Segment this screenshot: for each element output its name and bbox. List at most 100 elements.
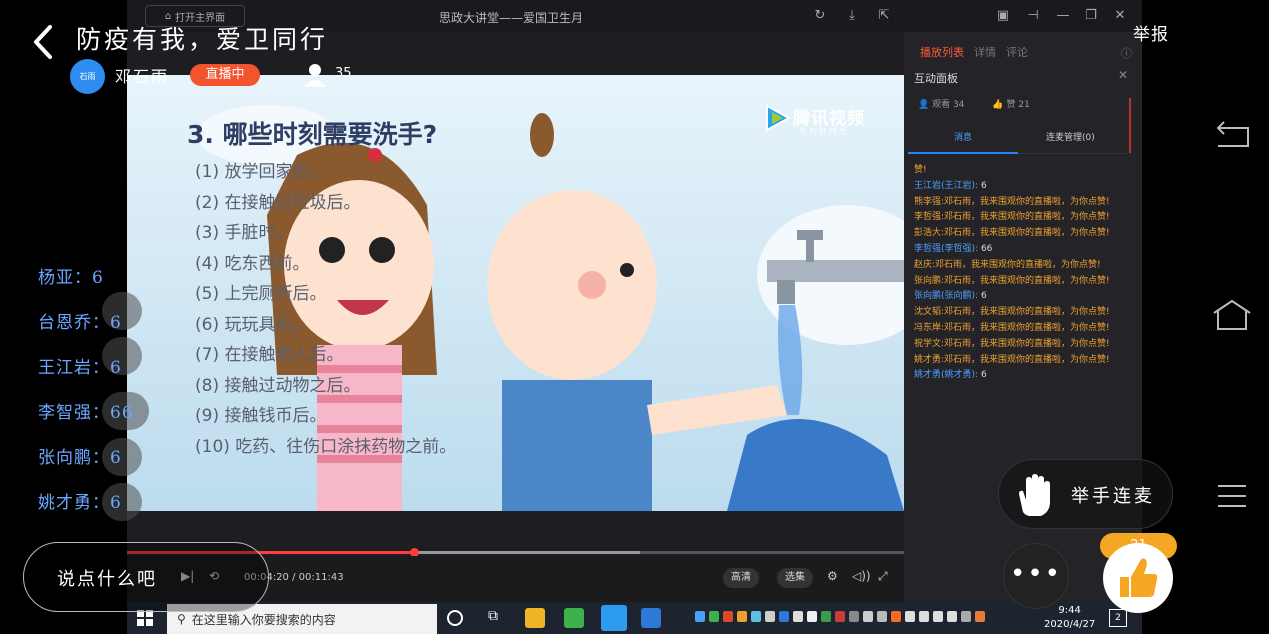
- tray-icon[interactable]: [835, 611, 845, 622]
- raise-hand-label: 举手连麦: [1071, 486, 1155, 507]
- more-button[interactable]: •••: [1003, 543, 1069, 609]
- tray-icon[interactable]: [709, 611, 719, 622]
- browser-icon[interactable]: [564, 608, 584, 628]
- subtab-messages[interactable]: 消息: [954, 130, 972, 143]
- more-dots-icon: •••: [1009, 559, 1062, 589]
- video-frame[interactable]: 3. 哪些时刻需要洗手? (1) 放学回家后。 (2) 在接触过垃圾后。 (3)…: [127, 75, 904, 511]
- raise-hand-button[interactable]: 举手连麦: [998, 459, 1173, 529]
- panel-subtabs: 消息 连麦管理(0): [908, 122, 1128, 154]
- minimize-icon[interactable]: —: [1054, 7, 1072, 25]
- battery-icon[interactable]: [919, 611, 929, 622]
- episodes-button[interactable]: 选集: [777, 568, 813, 588]
- settings-icon[interactable]: ⚙: [827, 569, 838, 583]
- chat-message: 冯东岸:邓石雨，我来围观你的直播啦，为你点赞!: [914, 322, 1110, 333]
- windows-start-icon[interactable]: [137, 610, 153, 626]
- download-icon[interactable]: ⤓: [843, 7, 861, 25]
- panel-close-icon[interactable]: ✕: [1118, 68, 1128, 82]
- chat-message: 李哲强:邓石雨，我来围观你的直播啦，为你点赞!: [914, 212, 1110, 223]
- viewer-count: 35: [335, 66, 352, 81]
- chat-message: 王江岩(王江岩): 6: [914, 179, 1119, 195]
- chat-list: 赞! 王江岩(王江岩): 6 熊李强:邓石雨，我来围观你的直播啦，为你点赞! 李哲强:…: [914, 163, 1119, 384]
- chat-sender: 张向鹏(张向鹏):: [914, 291, 979, 302]
- tab-playlist[interactable]: 播放列表: [920, 44, 964, 60]
- chat-message: 沈文韬:邓石雨，我来围观你的直播啦，为你点赞!: [914, 307, 1110, 318]
- tab-details[interactable]: 详情: [974, 44, 996, 60]
- cortana-icon[interactable]: [447, 610, 463, 626]
- tray-icon[interactable]: [863, 611, 873, 622]
- calendar-app-icon[interactable]: [641, 608, 661, 628]
- nav-home-icon[interactable]: [1208, 297, 1256, 333]
- info-icon[interactable]: ⓘ: [1121, 45, 1132, 61]
- tray-icon[interactable]: [765, 611, 775, 622]
- report-button[interactable]: 举报: [1133, 20, 1169, 45]
- tray-icon[interactable]: [723, 611, 733, 622]
- score-item: 张向鹏：6: [38, 448, 122, 468]
- pip-icon[interactable]: ▣: [994, 7, 1012, 25]
- tray-icon[interactable]: [821, 611, 831, 622]
- chat-sender: 姚才勇(姚才勇):: [914, 370, 979, 381]
- windows-taskbar: ⚲ 在这里输入你要搜索的内容 ⧉ 9:44 2020/4/27 2: [127, 602, 1142, 634]
- tray-icon[interactable]: [779, 611, 789, 622]
- score-value: 6: [92, 268, 104, 288]
- tray-icon[interactable]: [877, 611, 887, 622]
- host-name: 邓石雨: [115, 67, 170, 86]
- host-avatar[interactable]: 石雨: [70, 59, 105, 94]
- pin-icon[interactable]: ⊣: [1024, 7, 1042, 25]
- taskbar-search-placeholder: 在这里输入你要搜索的内容: [191, 612, 336, 627]
- clock-time: 9:44: [1058, 605, 1081, 616]
- taskbar-clock[interactable]: 9:44 2020/4/27: [1044, 604, 1095, 632]
- nav-menu-icon[interactable]: [1208, 478, 1256, 514]
- video-list-item: (10) 吃药、往伤口涂抹药物之前。: [195, 436, 457, 457]
- task-view-icon[interactable]: ⧉: [483, 608, 503, 628]
- mic-icon[interactable]: [947, 611, 957, 622]
- score-item: 李智强：66: [38, 403, 134, 423]
- live-status-badge: 直播中: [190, 64, 260, 86]
- tray-icon[interactable]: [751, 611, 761, 622]
- loop-icon[interactable]: ↻: [811, 7, 829, 25]
- nav-back-icon[interactable]: [1208, 118, 1256, 154]
- system-tray: [695, 611, 985, 622]
- fullscreen-icon[interactable]: ⤢: [878, 569, 888, 584]
- tray-icon[interactable]: [807, 611, 817, 622]
- quality-button[interactable]: 高清: [723, 568, 759, 588]
- chat-message: 李哲强(李哲强): 66: [914, 242, 1119, 258]
- video-list-item: (7) 在接触他人后。: [195, 345, 344, 365]
- tab-comments[interactable]: 评论: [1006, 44, 1028, 60]
- panel-scrollbar[interactable]: [1129, 98, 1131, 153]
- tray-icon[interactable]: [793, 611, 803, 622]
- chat-message: 熊李强:邓石雨，我来围观你的直播啦，为你点赞!: [914, 196, 1110, 207]
- chat-value: 66: [980, 243, 993, 254]
- tray-icon[interactable]: [849, 611, 859, 622]
- tray-icon[interactable]: [695, 611, 705, 622]
- notification-count: 2: [1115, 613, 1121, 623]
- close-icon[interactable]: ✕: [1111, 7, 1129, 25]
- chat-value: 6: [980, 370, 987, 381]
- live-app-icon[interactable]: [601, 605, 627, 631]
- shared-screen: ⌂ 打开主界面 思政大讲堂——爱国卫生月 ↻ ⤓ ⇱ ▣ ⊣ — ❐ ✕ 3. …: [127, 0, 1142, 634]
- chat-message: 张向鹏:邓石雨，我来围观你的直播啦，为你点赞!: [914, 275, 1110, 286]
- subtab-link-management[interactable]: 连麦管理(0): [1046, 130, 1095, 143]
- back-arrow-icon[interactable]: [30, 24, 56, 60]
- volume-tray-icon[interactable]: [933, 611, 943, 622]
- comment-placeholder: 说点什么吧: [57, 569, 157, 590]
- video-list-item: (9) 接触钱币后。: [195, 406, 327, 426]
- chat-message: 祝学文:邓石雨，我来围观你的直播啦，为你点赞!: [914, 338, 1110, 349]
- wifi-icon[interactable]: [905, 611, 915, 622]
- tray-icon[interactable]: [737, 611, 747, 622]
- ime-app-icon[interactable]: [975, 611, 985, 622]
- score-name: 杨亚: [38, 268, 74, 288]
- share-icon[interactable]: ⇱: [875, 7, 893, 25]
- tray-icon[interactable]: [891, 611, 901, 622]
- file-explorer-icon[interactable]: [525, 608, 545, 628]
- comment-input[interactable]: 说点什么吧: [23, 542, 269, 612]
- video-list: (1) 放学回家后。 (2) 在接触过垃圾后。 (3) 手脏时。 (4) 吃东西…: [195, 157, 456, 462]
- maximize-icon[interactable]: ❐: [1082, 7, 1100, 25]
- video-list-item: (4) 吃东西前。: [195, 253, 310, 274]
- like-button[interactable]: [1103, 543, 1173, 613]
- score-value: 6: [110, 448, 122, 468]
- video-list-item: (8) 接触过动物之后。: [195, 375, 361, 396]
- ime-icon[interactable]: [961, 611, 971, 622]
- volume-icon[interactable]: ◁)): [852, 569, 871, 583]
- viewer-icon: [304, 64, 326, 87]
- host-avatar-text: 石雨: [79, 72, 96, 81]
